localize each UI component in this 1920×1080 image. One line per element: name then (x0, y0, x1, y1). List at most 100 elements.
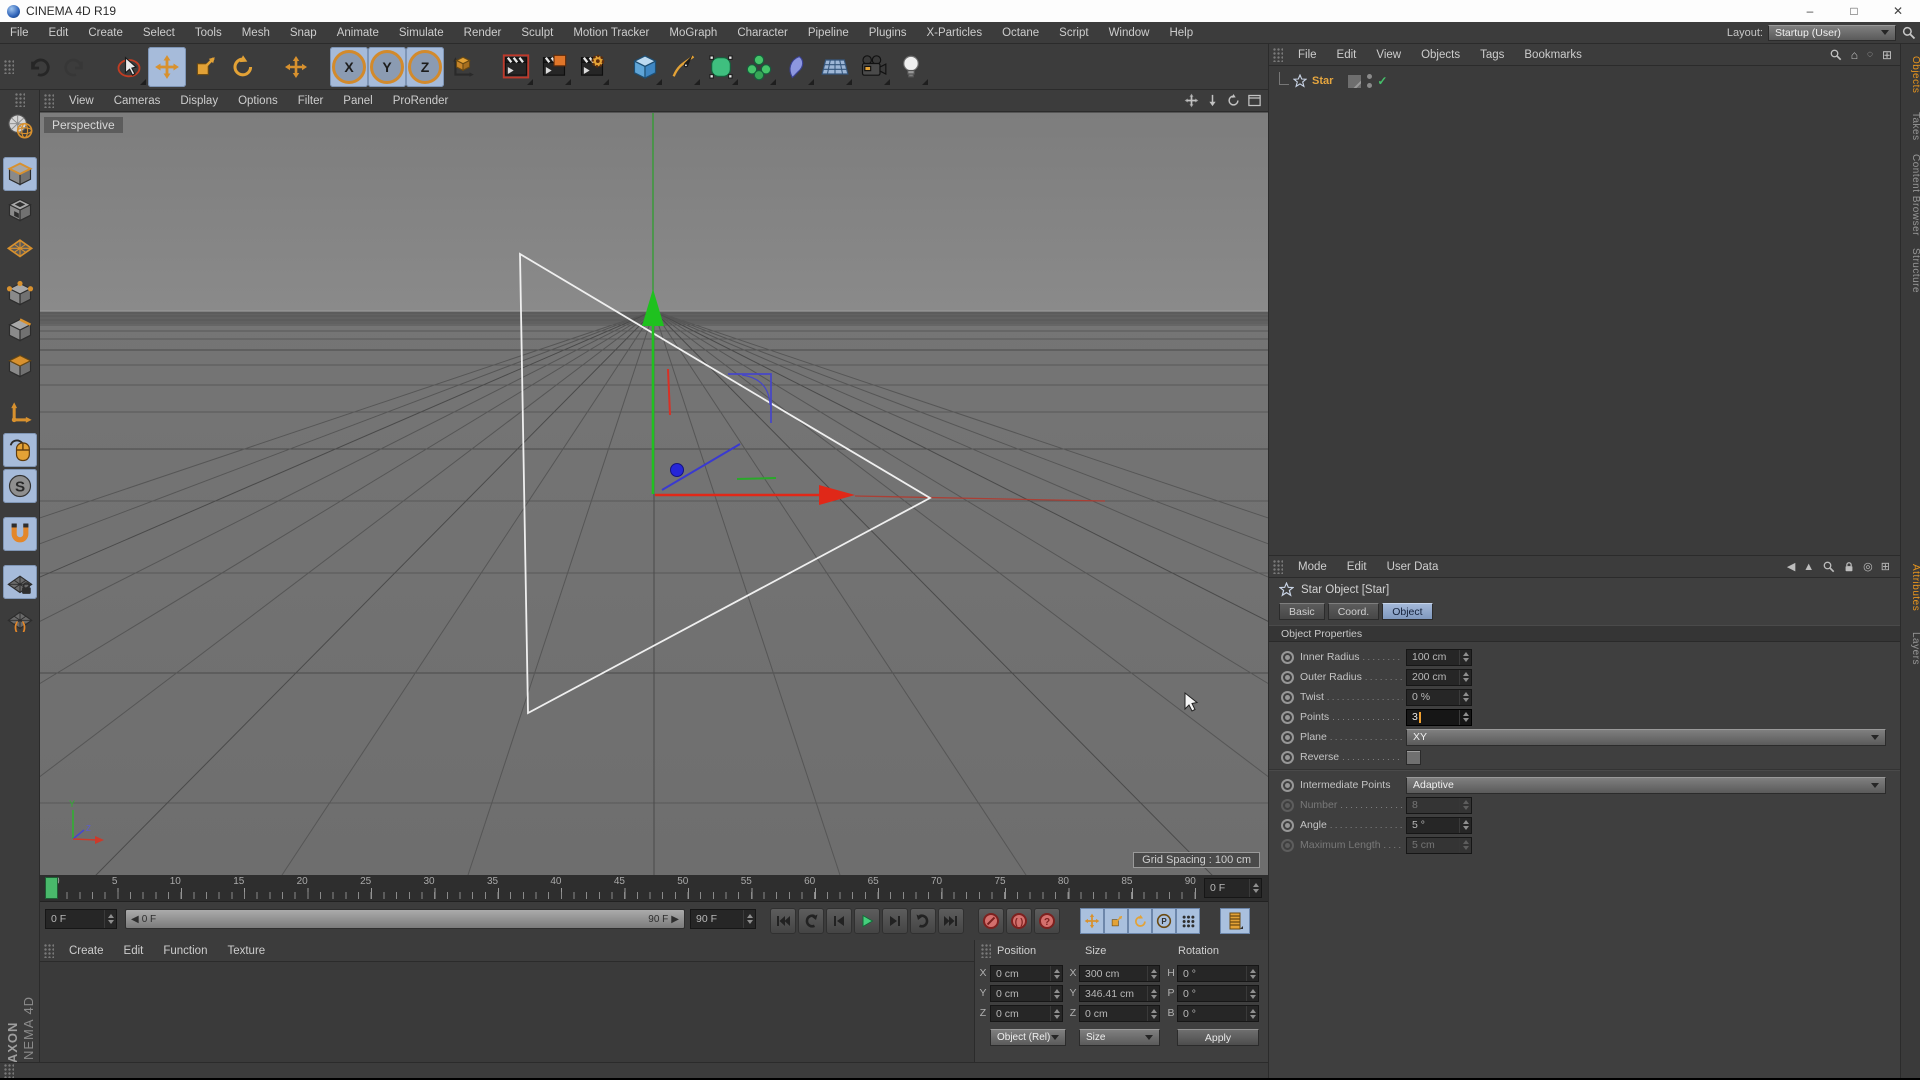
tab-structure[interactable]: Structure (1901, 248, 1920, 293)
panel-grip[interactable] (44, 943, 54, 958)
live-selection-tool[interactable] (110, 47, 148, 87)
menu-pipeline[interactable]: Pipeline (798, 22, 859, 44)
position-y-field[interactable]: 0 cm (990, 985, 1063, 1002)
toggle-views-icon[interactable] (1247, 93, 1262, 108)
history-back-icon[interactable]: ◀ (1787, 560, 1795, 573)
section-header[interactable]: Object Properties (1269, 625, 1900, 642)
gizmo-y-plane-handle[interactable] (736, 477, 777, 480)
light-object-button[interactable] (892, 47, 930, 87)
menu-mograph[interactable]: MoGraph (659, 22, 727, 44)
panel-grip[interactable] (981, 944, 991, 958)
material-menu-texture[interactable]: Texture (217, 940, 275, 962)
play-forwards-button[interactable] (854, 908, 880, 934)
freehand-spline-button[interactable] (664, 47, 702, 87)
anim-dot-icon[interactable] (1281, 778, 1294, 792)
current-frame-field[interactable]: 0 F (45, 909, 117, 929)
viewport-tweak-mode-button[interactable] (2, 433, 37, 467)
attr-menu-mode[interactable]: Mode (1288, 556, 1337, 578)
workplane-mode-button[interactable] (3, 229, 37, 263)
edit-render-settings-button[interactable] (573, 47, 611, 87)
menu-snap[interactable]: Snap (280, 22, 327, 44)
menu-tools[interactable]: Tools (185, 22, 232, 44)
menu-x-particles[interactable]: X-Particles (916, 22, 992, 44)
preview-range-slider[interactable]: ◀ 0 F 90 F ▶ (125, 909, 685, 929)
anim-dot-icon[interactable] (1281, 750, 1294, 764)
camera-object-button[interactable] (854, 47, 892, 87)
playhead[interactable] (45, 877, 58, 899)
close-button[interactable]: ✕ (1876, 0, 1920, 22)
points-field[interactable]: 3 (1406, 708, 1472, 726)
om-home-icon[interactable]: ⌂ (1851, 48, 1858, 62)
size-mode-dropdown[interactable]: Size (1079, 1029, 1160, 1046)
viewport-canvas[interactable]: Y Z Perspective Grid Spacing : 100 cm (40, 112, 1268, 876)
coordinate-mode-dropdown[interactable]: Object (Rel) (990, 1029, 1066, 1046)
menu-create[interactable]: Create (78, 22, 133, 44)
menu-window[interactable]: Window (1099, 22, 1160, 44)
lock-y-axis[interactable]: Y (368, 46, 406, 87)
viewport-menu-options[interactable]: Options (228, 90, 288, 112)
menu-script[interactable]: Script (1049, 22, 1098, 44)
viewport-menu-filter[interactable]: Filter (288, 90, 334, 112)
panel-grip[interactable] (1273, 559, 1283, 574)
material-menu-function[interactable]: Function (153, 940, 217, 962)
menu-motion-tracker[interactable]: Motion Tracker (563, 22, 659, 44)
tab-object[interactable]: Object (1382, 603, 1433, 620)
size-x-field[interactable]: 300 cm (1079, 965, 1160, 982)
position-x-field[interactable]: 0 cm (990, 965, 1063, 982)
rotate-tool[interactable] (224, 47, 262, 87)
attr-menu-edit[interactable]: Edit (1337, 556, 1377, 578)
lock-x-axis[interactable]: X (330, 46, 368, 87)
tab-attributes[interactable]: Attributes (1901, 564, 1920, 611)
lock-z-axis[interactable]: Z (406, 46, 444, 87)
menu-edit[interactable]: Edit (39, 22, 79, 44)
zoom-view-icon[interactable] (1205, 93, 1220, 108)
key-rotation-toggle[interactable] (1128, 908, 1152, 934)
last-tool-used[interactable] (277, 47, 315, 87)
panel-grip[interactable] (44, 93, 54, 108)
tab-objects[interactable]: Objects (1901, 56, 1920, 93)
menu-simulate[interactable]: Simulate (389, 22, 454, 44)
anim-dot-icon[interactable] (1281, 730, 1294, 744)
menu-mesh[interactable]: Mesh (232, 22, 280, 44)
viewport-menu-cameras[interactable]: Cameras (104, 90, 171, 112)
goto-start-button[interactable] (770, 908, 796, 934)
om-menu-file[interactable]: File (1288, 44, 1327, 66)
reverse-checkbox[interactable] (1406, 749, 1421, 765)
bend-deformer-button[interactable] (778, 47, 816, 87)
panel-grip[interactable] (1273, 47, 1283, 62)
enable-snap-button[interactable] (2, 517, 37, 551)
anim-dot-icon[interactable] (1281, 690, 1294, 704)
key-parameter-toggle[interactable]: P (1152, 908, 1176, 934)
redo-button[interactable] (57, 47, 95, 87)
rotation-h-field[interactable]: 0 ° (1177, 965, 1259, 982)
quantize-button[interactable] (2, 565, 37, 599)
search-icon[interactable] (1901, 25, 1916, 40)
enabled-check-icon[interactable]: ✓ (1377, 74, 1387, 88)
om-menu-bookmarks[interactable]: Bookmarks (1514, 44, 1592, 66)
position-z-field[interactable]: 0 cm (990, 1005, 1063, 1022)
minimize-button[interactable]: – (1788, 0, 1832, 22)
anim-dot-icon[interactable] (1281, 670, 1294, 684)
om-menu-view[interactable]: View (1366, 44, 1411, 66)
menu-plugins[interactable]: Plugins (859, 22, 917, 44)
menu-help[interactable]: Help (1159, 22, 1203, 44)
points-mode-button[interactable] (3, 277, 37, 311)
tab-layers[interactable]: Layers (1901, 632, 1920, 665)
tab-content-browser[interactable]: Content Browser (1901, 154, 1920, 236)
gizmo-origin-dot[interactable] (670, 463, 684, 477)
size-y-field[interactable]: 346.41 cm (1079, 985, 1160, 1002)
maximize-button[interactable]: □ (1832, 0, 1876, 22)
outer-radius-field[interactable]: 200 cm (1406, 668, 1472, 686)
render-to-picture-viewer-button[interactable] (535, 47, 573, 87)
workplane-snap-button[interactable]: ( ) (3, 601, 37, 635)
floor-object-button[interactable] (816, 47, 854, 87)
timeline-ruler[interactable]: 05 1015 2025 3035 4045 5055 6065 7075 80… (40, 875, 1268, 902)
panel-grip[interactable] (4, 1063, 14, 1078)
end-frame-field[interactable]: 90 F (690, 909, 756, 929)
coordinate-system-button[interactable] (444, 47, 482, 87)
add-cube-object-button[interactable] (626, 47, 664, 87)
om-menu-tags[interactable]: Tags (1470, 44, 1514, 66)
loop-button[interactable] (910, 908, 936, 934)
previous-frame-button[interactable] (826, 908, 852, 934)
subdivision-surface-button[interactable] (702, 47, 740, 87)
